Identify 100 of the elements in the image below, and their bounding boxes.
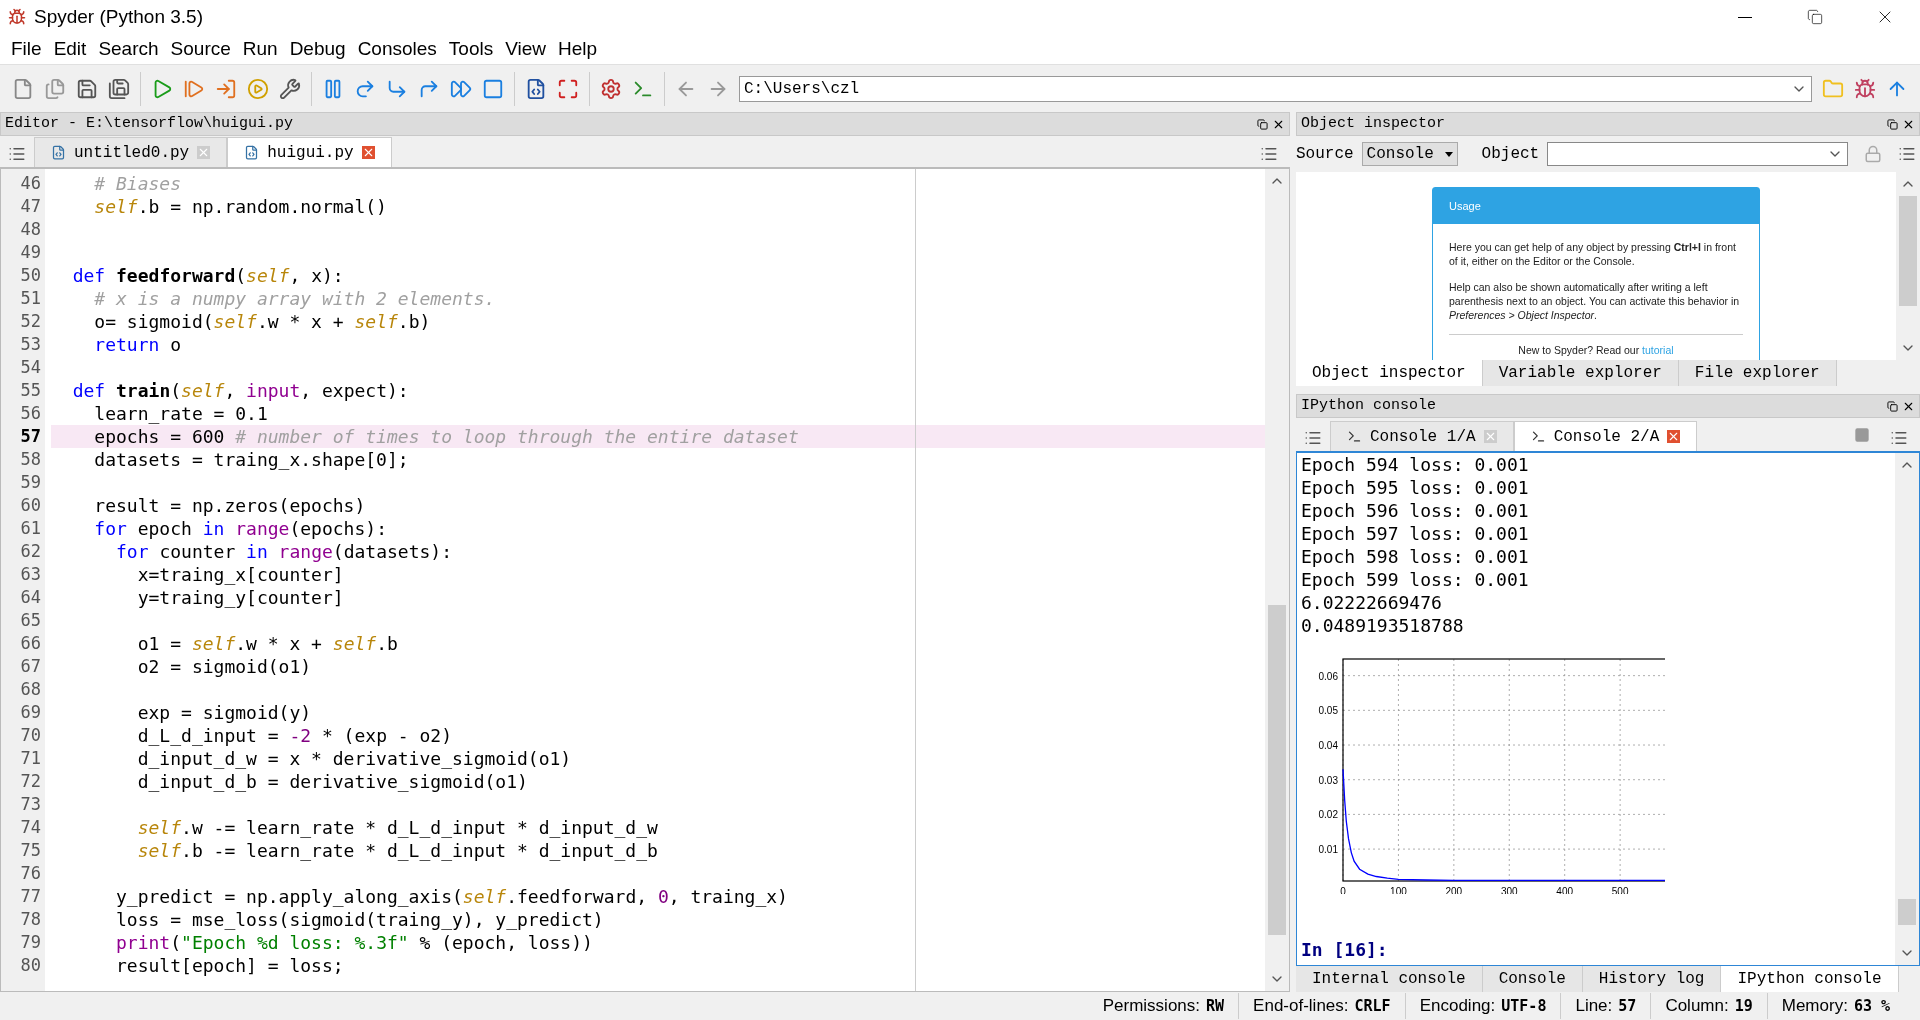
panel-tab[interactable]: Console <box>1482 966 1583 992</box>
console-tab[interactable]: Console 2/A <box>1513 421 1698 451</box>
panel-tab[interactable]: History log <box>1582 966 1722 992</box>
console-tab[interactable]: Console 1/A <box>1330 421 1514 451</box>
line-number: 60 <box>19 494 42 517</box>
working-directory-field[interactable]: C:\Users\czl <box>739 75 1812 102</box>
menu-item[interactable]: View <box>500 34 552 64</box>
object-field[interactable] <box>1547 142 1848 166</box>
source-label: Source <box>1296 144 1354 165</box>
y-tick-label: 0.03 <box>1318 774 1338 786</box>
browse-tabs-icon[interactable] <box>8 145 26 163</box>
line-number: 52 <box>19 310 42 333</box>
editor-tab[interactable]: untitled0.py <box>34 137 228 167</box>
source-dropdown[interactable]: Console <box>1361 142 1458 166</box>
code-line: def feedforward(self, x): <box>71 265 344 286</box>
stop-icon[interactable] <box>482 77 504 100</box>
menu-item[interactable]: Debug <box>284 34 351 64</box>
line-number: 65 <box>19 609 42 632</box>
close-tab-icon[interactable] <box>1667 430 1681 443</box>
panel-tab[interactable]: Variable explorer <box>1482 360 1679 386</box>
status-value: UTF-8 <box>1501 995 1547 1017</box>
code-line: self.b -= learn_rate * d_L_d_input * d_input_d_b <box>136 840 658 861</box>
help-paragraph: Help can also be shown automatically after writing a left parenthesis next to an object. You can activate this behavior in Preferences > Object Inspector. <box>1449 280 1741 322</box>
configure-icon[interactable] <box>279 77 301 100</box>
code-line: epochs = 600 # number of times to loop through the entire dataset <box>93 426 799 447</box>
line-number: 76 <box>19 862 42 885</box>
editor-tab[interactable]: huigui.py <box>227 137 392 167</box>
app-logo-icon <box>8 8 26 26</box>
line-number: 69 <box>19 701 42 724</box>
save-icon[interactable] <box>76 77 98 100</box>
maximize-pane-icon[interactable] <box>557 77 579 100</box>
console-icon <box>1530 429 1546 444</box>
code-line: y_predict = np.apply_along_axis(self.feedforward, 0, traing_x) <box>115 886 788 907</box>
undock-icon[interactable] <box>1257 118 1268 130</box>
window-title: Spyder (Python 3.5) <box>34 4 203 29</box>
panel-tab[interactable]: IPython console <box>1721 966 1899 992</box>
panel-tab[interactable]: File explorer <box>1678 360 1837 386</box>
line-number: 64 <box>19 586 42 609</box>
panel-title: Object inspector <box>1301 113 1446 134</box>
line-number: 66 <box>19 632 42 655</box>
new-file-icon[interactable] <box>12 77 34 100</box>
status-label: Column: <box>1665 995 1729 1018</box>
run-selection-icon[interactable] <box>247 77 269 100</box>
restore-icon <box>1807 9 1823 25</box>
code-line: result = np.zeros(epochs) <box>93 495 366 516</box>
line-number: 78 <box>19 908 42 931</box>
line-number: 58 <box>19 448 42 471</box>
menu-item[interactable]: File <box>6 34 47 64</box>
code-line: self.w -= learn_rate * d_L_d_input * d_input_d_w <box>136 817 658 838</box>
menu-item[interactable]: Consoles <box>352 34 442 64</box>
browse-tabs-icon[interactable] <box>1304 429 1322 447</box>
line-number: 53 <box>19 333 42 356</box>
menu-item[interactable]: Source <box>165 34 236 64</box>
y-tick-label: 0.01 <box>1318 844 1338 856</box>
undock-icon[interactable] <box>1887 118 1898 130</box>
close-tab-icon[interactable] <box>361 146 375 159</box>
run-cell-advance-icon[interactable] <box>215 77 237 100</box>
python-file-icon <box>244 145 260 160</box>
minimize-icon <box>1738 16 1752 18</box>
help-paragraph: Here you can get help of any object by pressing Ctrl+I in front of it, either on the Editor or the Console. <box>1449 240 1737 268</box>
menu-item[interactable]: Help <box>553 34 603 64</box>
code-line: o2 = sigmoid(o1) <box>136 656 312 677</box>
scroll-thumb[interactable] <box>1899 196 1917 306</box>
menu-item[interactable]: Edit <box>48 34 92 64</box>
status-value: CRLF <box>1354 995 1391 1017</box>
line-number: 46 <box>19 172 42 195</box>
status-label: Permissions: <box>1102 995 1201 1018</box>
console-output: Epoch 598 loss: 0.001 <box>1301 545 1530 568</box>
preferences-icon[interactable] <box>600 77 622 100</box>
options-icon[interactable] <box>1260 145 1278 163</box>
menu-item[interactable]: Run <box>237 34 283 64</box>
menu-item[interactable]: Search <box>93 34 164 64</box>
scrollbar[interactable] <box>1895 453 1919 965</box>
scrollbar[interactable] <box>1265 169 1289 991</box>
options-icon[interactable] <box>1890 429 1908 447</box>
scroll-thumb[interactable] <box>1898 899 1916 925</box>
panel-tab[interactable]: Object inspector <box>1296 360 1483 386</box>
panel-title: Editor - E:\tensorflow\huigui.py <box>5 113 294 134</box>
options-icon[interactable] <box>1898 145 1916 163</box>
menu-item[interactable]: Tools <box>443 34 499 64</box>
line-number: 73 <box>19 793 42 816</box>
save-all-icon[interactable] <box>108 77 130 100</box>
line-number: 63 <box>19 563 42 586</box>
line-number: 77 <box>19 885 42 908</box>
scroll-thumb[interactable] <box>1268 605 1286 935</box>
line-number: 75 <box>19 839 42 862</box>
lock-icon[interactable] <box>1864 145 1882 163</box>
undock-icon[interactable] <box>1887 400 1898 412</box>
console-prompt[interactable]: In [16]: <box>1301 938 1895 961</box>
status-label: Encoding: <box>1419 995 1496 1018</box>
code-line: loss = mse_loss(sigmoid(traing_y), y_predict) <box>115 909 604 930</box>
code-line: datasets = traing_x.shape[0]; <box>93 449 409 470</box>
status-label: Memory: <box>1781 995 1848 1018</box>
console-output: Epoch 595 loss: 0.001 <box>1301 476 1530 499</box>
code-line: print("Epoch %d loss: %.3f" % (epoch, loss)) <box>115 932 593 953</box>
line-number: 59 <box>19 471 42 494</box>
panel-tab[interactable]: Internal console <box>1296 966 1483 992</box>
open-file-icon[interactable] <box>44 77 66 100</box>
stop-icon[interactable] <box>1854 427 1870 443</box>
code-line: learn_rate = 0.1 <box>93 403 268 424</box>
